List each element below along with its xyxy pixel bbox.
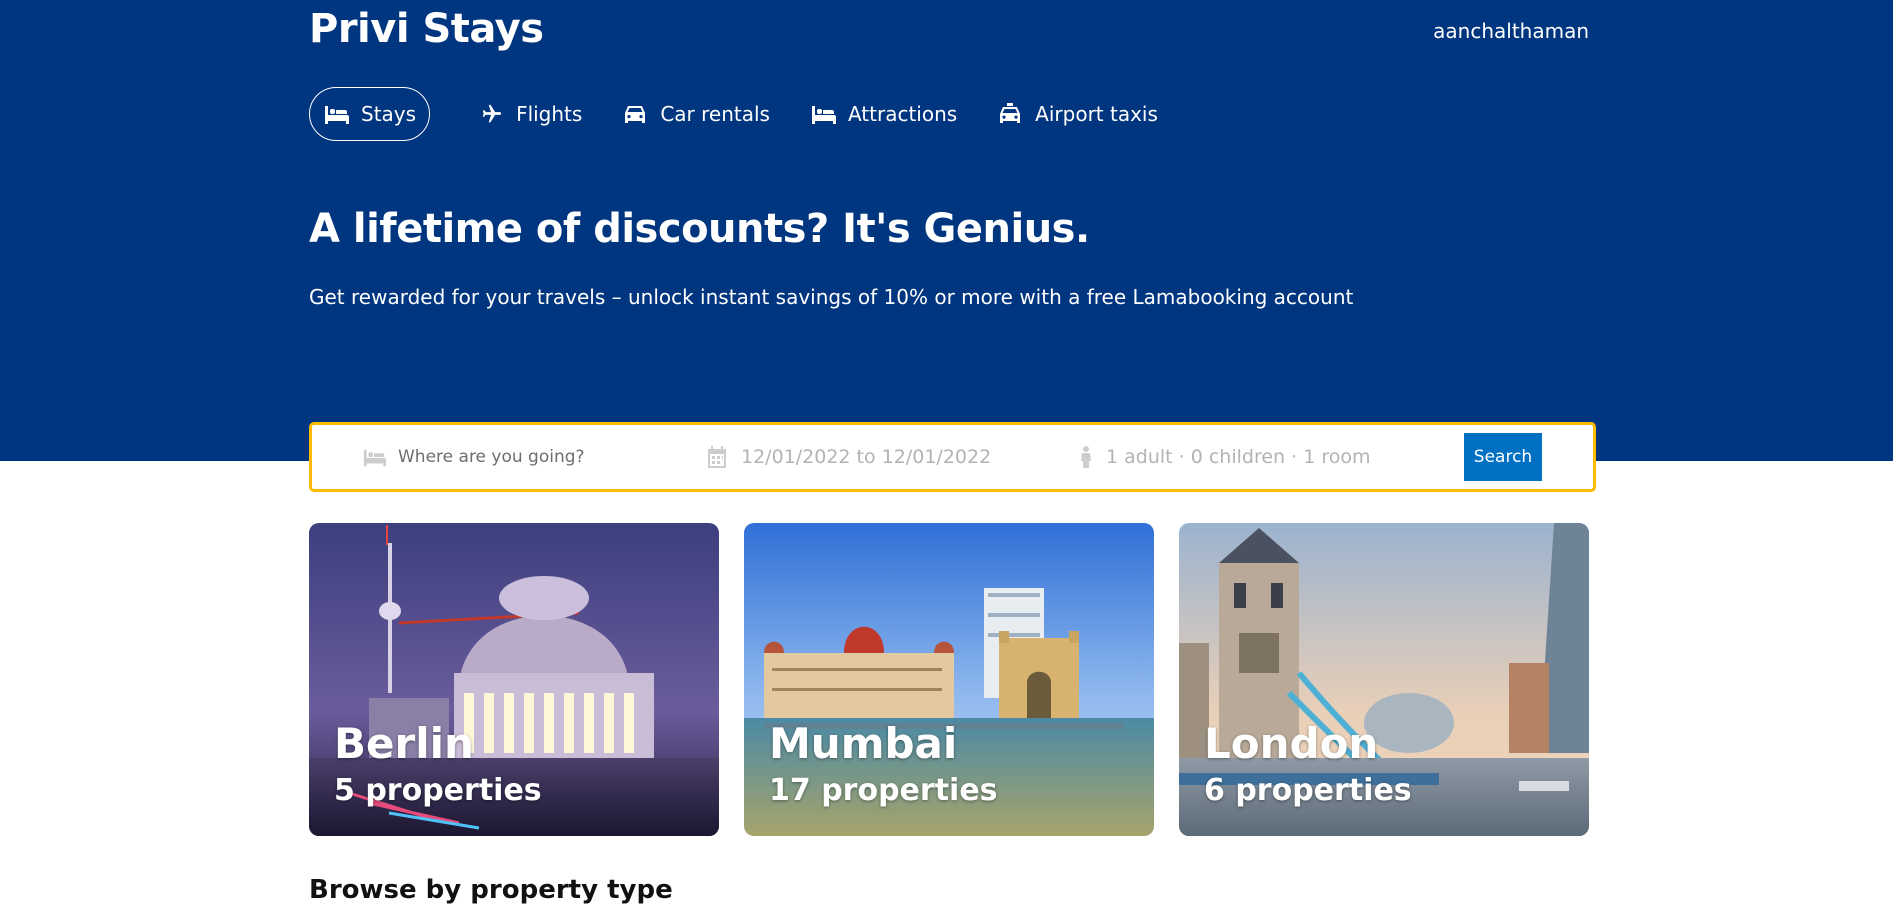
nav-item-label: Airport taxis xyxy=(1035,102,1158,126)
city-name: Berlin xyxy=(334,719,474,768)
section-title-browse: Browse by property type xyxy=(309,875,673,905)
nav-item-attractions[interactable]: Attractions xyxy=(796,87,971,141)
property-count: 5 properties xyxy=(334,773,542,808)
property-count: 17 properties xyxy=(769,773,998,808)
nav-item-label: Flights xyxy=(516,102,583,126)
date-range-text: 12/01/2022 to 12/01/2022 xyxy=(741,446,992,468)
city-card-london[interactable]: London 6 properties xyxy=(1179,523,1589,836)
property-count: 6 properties xyxy=(1204,773,1412,808)
hero-title: A lifetime of discounts? It's Genius. xyxy=(309,206,1090,252)
bed-icon xyxy=(363,449,386,467)
nav-item-car-rentals[interactable]: Car rentals xyxy=(608,87,784,141)
city-name: London xyxy=(1204,719,1379,768)
bed-icon xyxy=(811,106,836,124)
city-name: Mumbai xyxy=(769,719,958,768)
taxi-icon xyxy=(1000,103,1021,123)
main-nav: Stays Flights Car rentals Attractions Ai… xyxy=(309,87,1172,141)
destination-input[interactable] xyxy=(398,447,658,467)
person-icon xyxy=(1081,446,1091,468)
nav-item-label: Attractions xyxy=(847,102,958,126)
featured-cities: Berlin 5 properties Mumbai 17 properties… xyxy=(309,523,1589,836)
city-card-mumbai[interactable]: Mumbai 17 properties xyxy=(744,523,1154,836)
destination-field[interactable] xyxy=(362,425,658,489)
nav-item-stays[interactable]: Stays xyxy=(309,87,431,141)
brand-logo[interactable]: Privi Stays xyxy=(309,6,544,52)
car-icon xyxy=(625,106,646,123)
nav-item-label: Stays xyxy=(361,102,417,126)
hero-subtitle: Get rewarded for your travels – unlock i… xyxy=(309,285,1354,309)
search-button[interactable]: Search xyxy=(1464,433,1542,481)
plane-icon xyxy=(482,104,502,123)
search-bar: 12/01/2022 to 12/01/2022 1 adult · 0 chi… xyxy=(309,422,1596,492)
date-field[interactable]: 12/01/2022 to 12/01/2022 xyxy=(705,425,991,489)
city-card-berlin[interactable]: Berlin 5 properties xyxy=(309,523,719,836)
guests-text: 1 adult · 0 children · 1 room xyxy=(1106,446,1371,468)
user-name[interactable]: aanchalthaman xyxy=(1433,19,1589,43)
nav-item-airport-taxis[interactable]: Airport taxis xyxy=(983,87,1172,141)
bed-icon xyxy=(325,106,349,124)
nav-item-flights[interactable]: Flights xyxy=(464,87,596,141)
guests-field[interactable]: 1 adult · 0 children · 1 room xyxy=(1078,425,1370,489)
nav-item-label: Car rentals xyxy=(660,102,770,126)
calendar-icon xyxy=(708,446,726,468)
